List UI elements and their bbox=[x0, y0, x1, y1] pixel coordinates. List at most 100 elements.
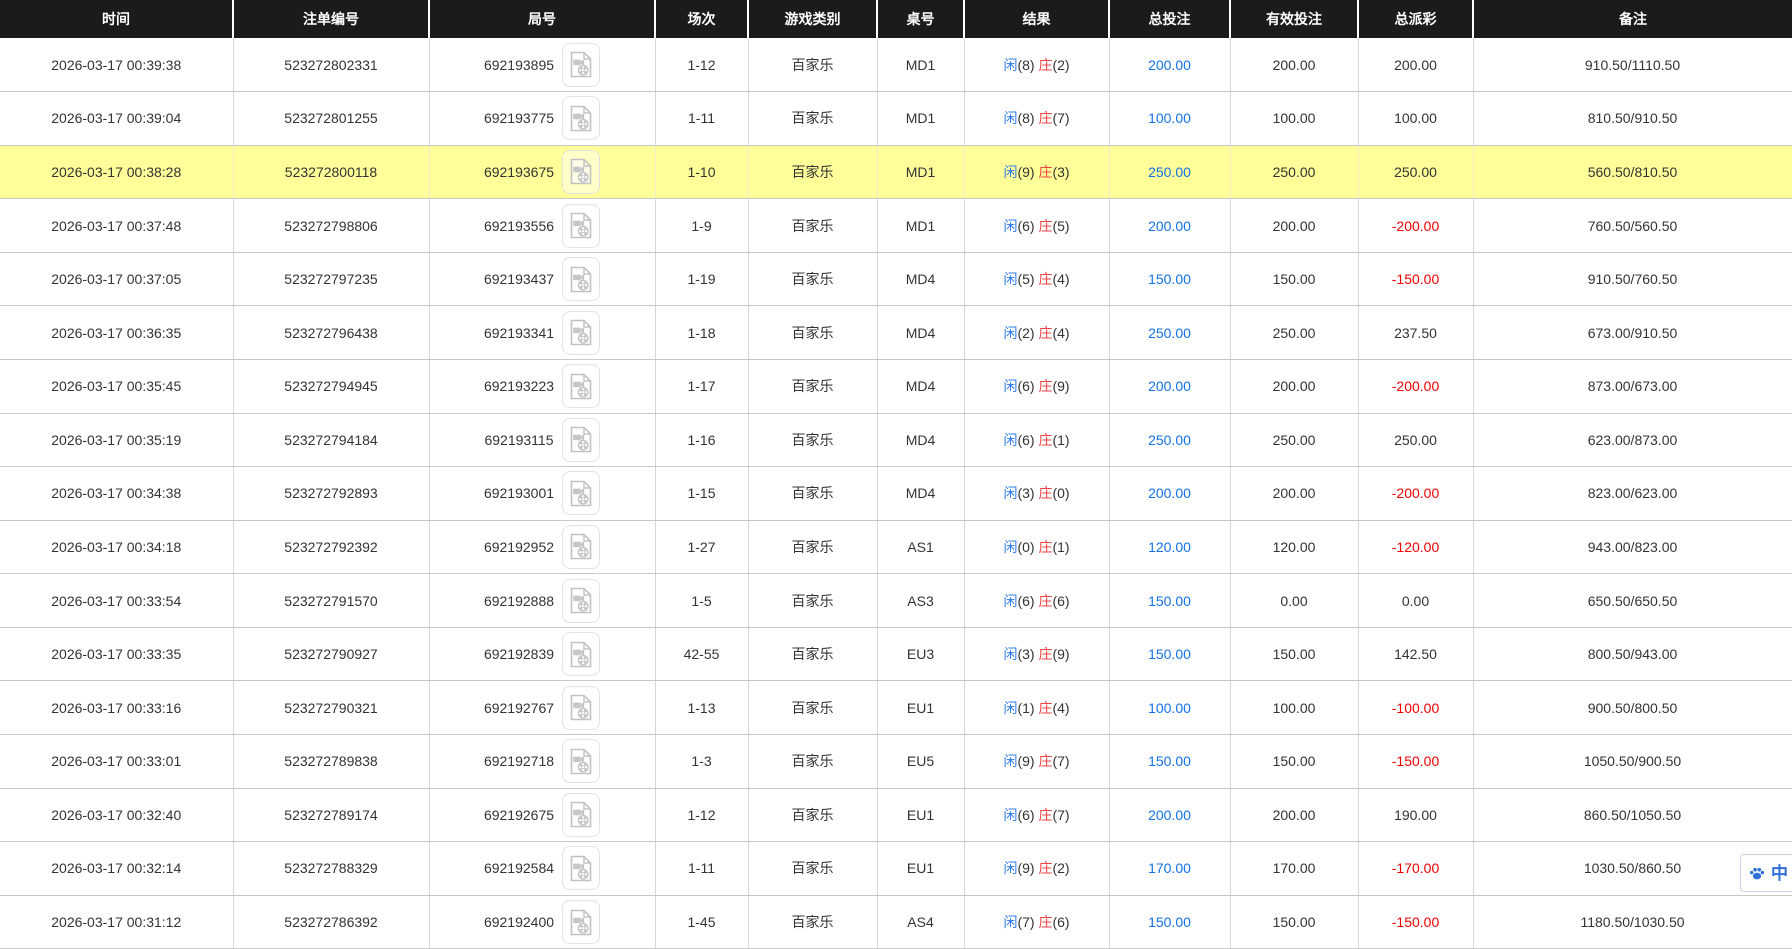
translate-widget[interactable]: 中 bbox=[1740, 854, 1792, 892]
cell-bet-id: 523272797235 bbox=[233, 252, 429, 306]
cell-total-bet[interactable]: 150.00 bbox=[1109, 895, 1230, 949]
cell-game-type: 百家乐 bbox=[748, 842, 877, 896]
cell-valid-bet: 150.00 bbox=[1230, 895, 1358, 949]
cell-game-type: 百家乐 bbox=[748, 735, 877, 789]
cell-result: 闲(8) 庄(2) bbox=[964, 38, 1109, 92]
table-row[interactable]: 2026-03-17 00:33:35 523272790927 6921928… bbox=[0, 627, 1792, 681]
cell-valid-bet: 150.00 bbox=[1230, 627, 1358, 681]
video-replay-button[interactable] bbox=[562, 43, 600, 87]
table-row[interactable]: 2026-03-17 00:32:14 523272788329 6921925… bbox=[0, 842, 1792, 896]
cell-total-bet[interactable]: 150.00 bbox=[1109, 574, 1230, 628]
cell-total-bet[interactable]: 200.00 bbox=[1109, 467, 1230, 521]
video-replay-button[interactable] bbox=[562, 579, 600, 623]
cell-game-type: 百家乐 bbox=[748, 574, 877, 628]
cell-bet-id: 523272802331 bbox=[233, 38, 429, 92]
player-result-label: 闲 bbox=[1003, 753, 1017, 769]
cell-payout: -120.00 bbox=[1358, 520, 1473, 574]
cell-payout: -100.00 bbox=[1358, 681, 1473, 735]
cell-result: 闲(1) 庄(4) bbox=[964, 681, 1109, 735]
cell-total-bet[interactable]: 200.00 bbox=[1109, 199, 1230, 253]
table-row[interactable]: 2026-03-17 00:34:38 523272792893 6921930… bbox=[0, 467, 1792, 521]
cell-table-no: AS3 bbox=[877, 574, 964, 628]
table-row[interactable]: 2026-03-17 00:35:19 523272794184 6921931… bbox=[0, 413, 1792, 467]
round-number: 692192400 bbox=[484, 914, 554, 930]
table-row[interactable]: 2026-03-17 00:37:05 523272797235 6921934… bbox=[0, 252, 1792, 306]
round-number: 692192888 bbox=[484, 593, 554, 609]
cell-total-bet[interactable]: 150.00 bbox=[1109, 735, 1230, 789]
video-replay-button[interactable] bbox=[562, 418, 600, 462]
table-row[interactable]: 2026-03-17 00:36:35 523272796438 6921933… bbox=[0, 306, 1792, 360]
cell-round-no: 692193895 bbox=[429, 38, 655, 92]
table-row[interactable]: 2026-03-17 00:33:01 523272789838 6921927… bbox=[0, 735, 1792, 789]
table-row[interactable]: 2026-03-17 00:33:16 523272790321 6921927… bbox=[0, 681, 1792, 735]
cell-total-bet[interactable]: 250.00 bbox=[1109, 413, 1230, 467]
cell-bet-id: 523272788329 bbox=[233, 842, 429, 896]
table-row[interactable]: 2026-03-17 00:38:28 523272800118 6921936… bbox=[0, 145, 1792, 199]
video-replay-button[interactable] bbox=[562, 471, 600, 515]
table-row[interactable]: 2026-03-17 00:35:45 523272794945 6921932… bbox=[0, 359, 1792, 413]
table-row[interactable]: 2026-03-17 00:37:48 523272798806 6921935… bbox=[0, 199, 1792, 253]
cell-table-no: MD4 bbox=[877, 252, 964, 306]
cell-total-bet[interactable]: 170.00 bbox=[1109, 842, 1230, 896]
cell-round-no: 692193223 bbox=[429, 359, 655, 413]
cell-result: 闲(8) 庄(7) bbox=[964, 92, 1109, 146]
table-header: 时间 注单编号 局号 场次 游戏类别 桌号 结果 总投注 有效投注 总派彩 备注 bbox=[0, 0, 1792, 38]
cell-remark: 1180.50/1030.50 bbox=[1473, 895, 1792, 949]
cell-remark: 673.00/910.50 bbox=[1473, 306, 1792, 360]
banker-result-label: 庄 bbox=[1038, 593, 1052, 609]
table-row[interactable]: 2026-03-17 00:39:04 523272801255 6921937… bbox=[0, 92, 1792, 146]
video-replay-icon bbox=[570, 909, 592, 936]
table-row[interactable]: 2026-03-17 00:33:54 523272791570 6921928… bbox=[0, 574, 1792, 628]
cell-time: 2026-03-17 00:39:38 bbox=[0, 38, 233, 92]
cell-bet-id: 523272800118 bbox=[233, 145, 429, 199]
cell-valid-bet: 200.00 bbox=[1230, 467, 1358, 521]
cell-result: 闲(7) 庄(6) bbox=[964, 895, 1109, 949]
video-replay-button[interactable] bbox=[562, 150, 600, 194]
round-number: 692192718 bbox=[484, 753, 554, 769]
cell-result: 闲(6) 庄(1) bbox=[964, 413, 1109, 467]
table-row[interactable]: 2026-03-17 00:31:12 523272786392 6921924… bbox=[0, 895, 1792, 949]
video-replay-button[interactable] bbox=[562, 900, 600, 944]
video-replay-button[interactable] bbox=[562, 793, 600, 837]
cell-total-bet[interactable]: 100.00 bbox=[1109, 92, 1230, 146]
round-number: 692193115 bbox=[484, 432, 553, 448]
video-replay-button[interactable] bbox=[562, 525, 600, 569]
cell-round-no: 692192839 bbox=[429, 627, 655, 681]
video-replay-button[interactable] bbox=[562, 632, 600, 676]
cell-total-bet[interactable]: 150.00 bbox=[1109, 252, 1230, 306]
cell-round-no: 692193437 bbox=[429, 252, 655, 306]
video-replay-button[interactable] bbox=[562, 364, 600, 408]
video-replay-button[interactable] bbox=[562, 96, 600, 140]
video-replay-button[interactable] bbox=[562, 846, 600, 890]
player-score: (1) bbox=[1017, 700, 1038, 716]
video-replay-button[interactable] bbox=[562, 311, 600, 355]
cell-total-bet[interactable]: 250.00 bbox=[1109, 306, 1230, 360]
cell-result: 闲(9) 庄(3) bbox=[964, 145, 1109, 199]
col-header-game-type: 游戏类别 bbox=[748, 0, 877, 38]
video-replay-button[interactable] bbox=[562, 739, 600, 783]
cell-total-bet[interactable]: 100.00 bbox=[1109, 681, 1230, 735]
cell-remark: 873.00/673.00 bbox=[1473, 359, 1792, 413]
cell-remark: 1050.50/900.50 bbox=[1473, 735, 1792, 789]
cell-remark: 943.00/823.00 bbox=[1473, 520, 1792, 574]
cell-remark: 910.50/760.50 bbox=[1473, 252, 1792, 306]
table-row[interactable]: 2026-03-17 00:39:38 523272802331 6921938… bbox=[0, 38, 1792, 92]
player-score: (8) bbox=[1017, 57, 1038, 73]
cell-total-bet[interactable]: 200.00 bbox=[1109, 38, 1230, 92]
cell-total-bet[interactable]: 120.00 bbox=[1109, 520, 1230, 574]
table-row[interactable]: 2026-03-17 00:32:40 523272789174 6921926… bbox=[0, 788, 1792, 842]
video-replay-button[interactable] bbox=[562, 204, 600, 248]
cell-total-bet[interactable]: 250.00 bbox=[1109, 145, 1230, 199]
cell-table-no: MD4 bbox=[877, 359, 964, 413]
table-row[interactable]: 2026-03-17 00:34:18 523272792392 6921929… bbox=[0, 520, 1792, 574]
cell-total-bet[interactable]: 200.00 bbox=[1109, 359, 1230, 413]
cell-session: 1-16 bbox=[655, 413, 748, 467]
cell-session: 1-11 bbox=[655, 842, 748, 896]
video-replay-button[interactable] bbox=[562, 686, 600, 730]
cell-total-bet[interactable]: 200.00 bbox=[1109, 788, 1230, 842]
video-replay-button[interactable] bbox=[562, 257, 600, 301]
player-score: (6) bbox=[1017, 432, 1038, 448]
cell-payout: 190.00 bbox=[1358, 788, 1473, 842]
cell-total-bet[interactable]: 150.00 bbox=[1109, 627, 1230, 681]
cell-session: 42-55 bbox=[655, 627, 748, 681]
